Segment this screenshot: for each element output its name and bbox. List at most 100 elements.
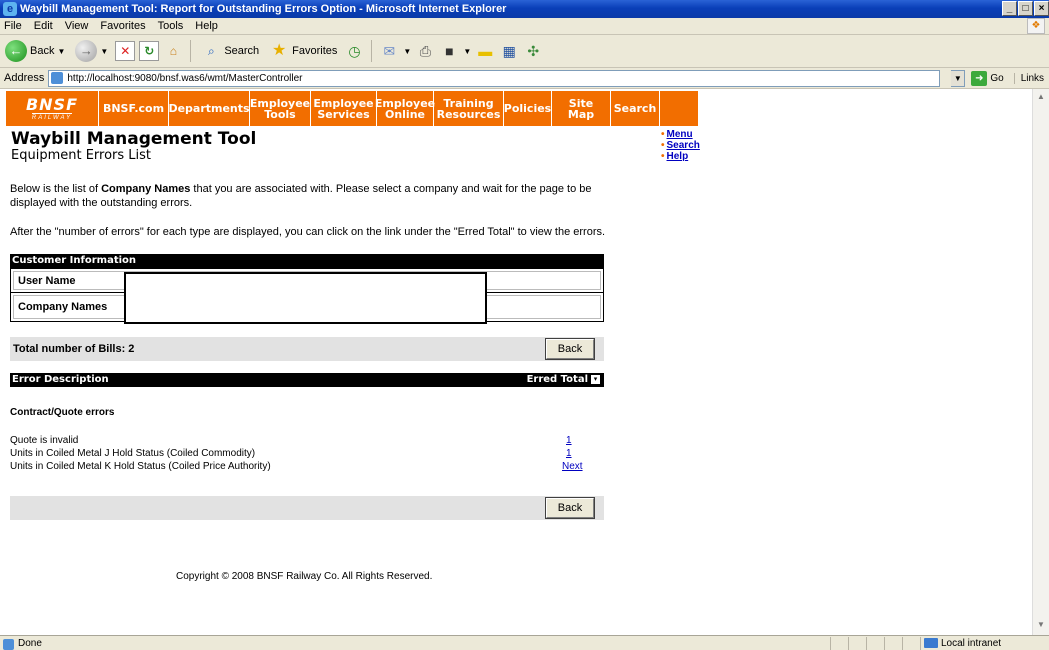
side-links: • Menu • Search • Help [661, 129, 700, 162]
address-bar: Address http://localhost:9080/bnsf.was6/… [0, 68, 1049, 89]
chevron-down-icon[interactable]: ▼ [951, 69, 966, 87]
status-cell [830, 636, 848, 650]
error-table-header: Error Description Erred Total ▾ [10, 373, 604, 387]
back-button-bottom[interactable]: Back [545, 497, 595, 519]
window-controls: _ □ × [1002, 1, 1049, 16]
menu-help[interactable]: Help [195, 20, 218, 32]
print-icon[interactable]: ⎙ [415, 41, 435, 61]
messenger-icon[interactable]: ✣ [523, 41, 543, 61]
search-icon: ⌕ [207, 44, 215, 58]
nav-bnsf-com[interactable]: BNSF.com [99, 91, 169, 126]
sort-icon[interactable]: ▾ [591, 374, 600, 384]
erred-total-header[interactable]: Erred Total ▾ [527, 373, 600, 387]
copyright: Copyright © 2008 BNSF Railway Co. All Ri… [176, 571, 433, 582]
back-button-top[interactable]: Back [545, 338, 595, 360]
bullet-icon: • [661, 129, 665, 140]
bnsf-logo[interactable]: BNSF RAILWAY [6, 91, 99, 126]
bills-bar: Total number of Bills: 2 Back [10, 337, 604, 361]
mail-icon[interactable]: ✉ [379, 41, 399, 61]
search-button[interactable]: ⌕ Search [198, 38, 262, 64]
vertical-scrollbar[interactable]: ▲ ▼ [1032, 89, 1049, 635]
links-button[interactable]: Links [1013, 72, 1044, 84]
nav-search[interactable]: Search [611, 91, 660, 126]
nav-site-map[interactable]: Site Map [552, 91, 611, 126]
erred-total-label: Erred Total [526, 374, 588, 385]
window-title-bar: e Waybill Management Tool: Report for Ou… [0, 0, 1049, 18]
search-link[interactable]: Search [667, 140, 700, 151]
address-input[interactable]: http://localhost:9080/bnsf.was6/wmt/Mast… [48, 69, 941, 87]
error-row: Units in Coiled Metal K Hold Status (Coi… [10, 461, 604, 474]
close-button[interactable]: × [1034, 1, 1049, 16]
go-label: Go [990, 72, 1004, 84]
next-link[interactable]: Next [562, 461, 583, 472]
error-description: Units in Coiled Metal J Hold Status (Coi… [10, 448, 256, 459]
error-row: Quote is invalid 1 [10, 435, 604, 448]
favorites-button[interactable]: ★ Favorites [266, 38, 340, 64]
search-label: Search [224, 45, 260, 57]
error-description: Quote is invalid [10, 435, 79, 446]
back-label: Back [30, 45, 55, 57]
go-arrow-icon: ➜ [971, 70, 988, 86]
menu-view[interactable]: View [65, 20, 89, 32]
help-link[interactable]: Help [667, 151, 689, 162]
status-cell [902, 636, 920, 650]
chevron-down-icon[interactable]: ▼ [100, 47, 108, 56]
user-name-label: User Name [18, 275, 76, 287]
intro-prefix: Below is the list of [10, 183, 102, 195]
window-title: Waybill Management Tool: Report for Outs… [20, 3, 507, 15]
security-zone: Local intranet [920, 636, 1049, 650]
bnsf-logo-text: BNSF [25, 94, 79, 114]
chevron-down-icon[interactable]: ▼ [463, 47, 471, 56]
nav-training-resources[interactable]: Training Resources [434, 91, 504, 126]
erred-total-link[interactable]: 1 [566, 435, 572, 446]
customer-info-header: Customer Information [10, 254, 604, 268]
address-url: http://localhost:9080/bnsf.was6/wmt/Mast… [67, 72, 303, 84]
scroll-down-icon[interactable]: ▼ [1035, 620, 1047, 632]
refresh-icon[interactable]: ↻ [139, 41, 160, 61]
nav-employee-online[interactable]: Employee Online [375, 91, 435, 126]
bottom-bar: Back [10, 496, 604, 520]
chevron-down-icon[interactable]: ▼ [403, 47, 411, 56]
maximize-button[interactable]: □ [1018, 1, 1033, 16]
nav-employee-services[interactable]: Employee Services [311, 91, 377, 126]
bnsf-logo-subtext: RAILWAY [31, 112, 73, 121]
home-icon[interactable]: ⌂ [163, 41, 183, 61]
erred-total-link[interactable]: 1 [566, 448, 572, 459]
nav-filler [660, 91, 698, 126]
discuss-icon[interactable]: ▬ [475, 41, 495, 61]
history-icon[interactable]: ◷ [344, 41, 364, 61]
menu-link[interactable]: Menu [667, 129, 693, 140]
section-title: Contract/Quote errors [10, 407, 115, 418]
minimize-button[interactable]: _ [1002, 1, 1017, 16]
forward-button[interactable]: → ▼ [72, 38, 111, 64]
menu-tools[interactable]: Tools [158, 20, 184, 32]
forward-arrow-icon: → [75, 40, 98, 62]
error-description: Units in Coiled Metal K Hold Status (Coi… [10, 461, 271, 472]
page-subtitle: Equipment Errors List [11, 148, 152, 163]
nav-employee-tools[interactable]: Employee Tools [250, 91, 311, 126]
intro-text: Below is the list of Company Names that … [10, 182, 610, 210]
back-button[interactable]: ← Back ▼ [2, 38, 68, 64]
go-button[interactable]: ➜ Go [971, 70, 1004, 86]
menu-bar: File Edit View Favorites Tools Help ❖ [0, 18, 1049, 35]
internet-explorer-icon: e [3, 2, 17, 16]
toolbar-separator [371, 40, 373, 62]
intro-bold: Company Names [101, 183, 191, 195]
page-title: Waybill Management Tool [11, 129, 257, 149]
menu-edit[interactable]: Edit [34, 20, 53, 32]
chevron-down-icon[interactable]: ▼ [57, 47, 65, 56]
nav-departments[interactable]: Departments [168, 91, 250, 126]
scroll-up-icon[interactable]: ▲ [1035, 92, 1047, 104]
windows-logo-icon: ❖ [1027, 18, 1045, 34]
address-label: Address [4, 72, 45, 84]
back-arrow-icon: ← [5, 40, 27, 62]
intro-text-2: After the "number of errors" for each ty… [10, 226, 606, 238]
edit-icon[interactable]: ■ [439, 41, 459, 61]
stop-icon[interactable]: ✕ [115, 41, 136, 61]
status-cell [848, 636, 866, 650]
research-icon[interactable]: ▦ [499, 41, 519, 61]
menu-file[interactable]: File [4, 20, 22, 32]
nav-policies[interactable]: Policies [504, 91, 552, 126]
menu-favorites[interactable]: Favorites [100, 20, 145, 32]
bullet-icon: • [661, 140, 665, 151]
